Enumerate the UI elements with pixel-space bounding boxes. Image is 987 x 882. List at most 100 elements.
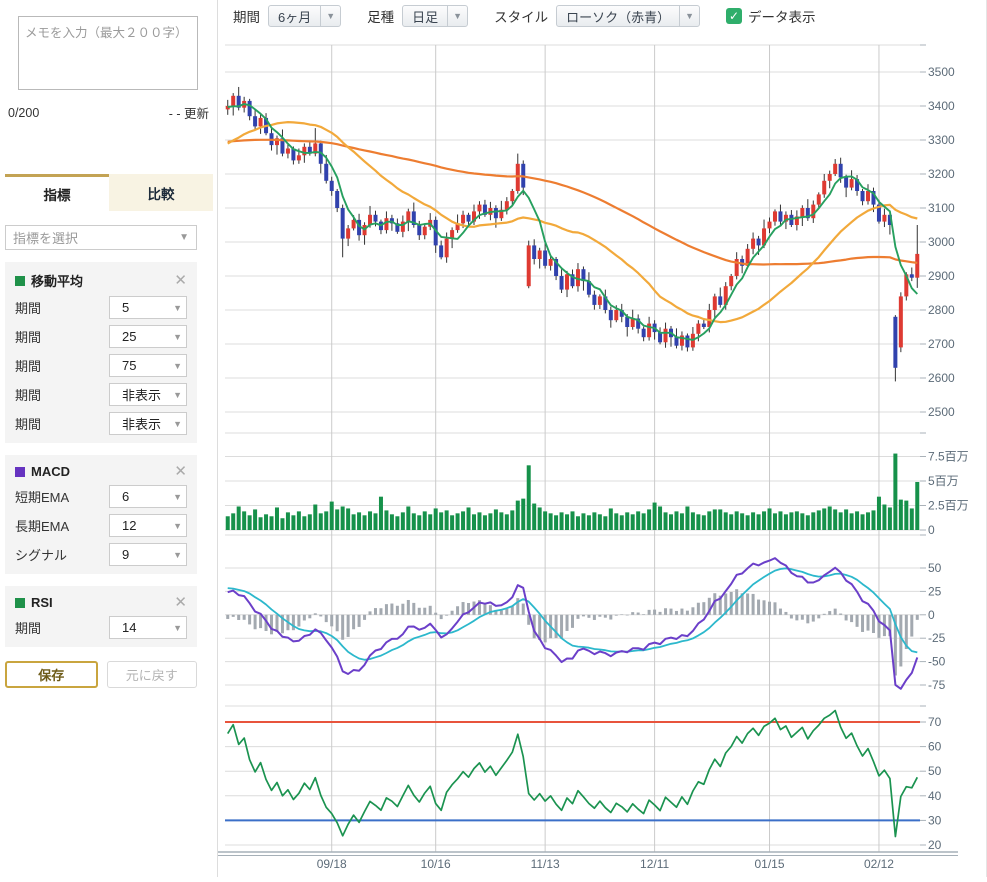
indicator-section-title: 移動平均 xyxy=(31,271,83,290)
svg-text:-50: -50 xyxy=(928,655,946,669)
svg-text:2900: 2900 xyxy=(928,269,955,283)
macd-histogram xyxy=(226,589,919,675)
param-label: 期間 xyxy=(15,618,41,637)
svg-text:-75: -75 xyxy=(928,678,946,692)
param-select[interactable]: 非表示▼ xyxy=(109,383,187,406)
close-icon[interactable]: ✕ xyxy=(174,595,187,610)
tab-indicators[interactable]: 指標 xyxy=(5,174,109,211)
param-label: 短期EMA xyxy=(15,487,69,506)
svg-text:3200: 3200 xyxy=(928,167,955,181)
svg-text:0: 0 xyxy=(928,523,935,537)
x-axis-label: 12/11 xyxy=(640,857,669,871)
param-select[interactable]: 12▼ xyxy=(109,514,187,537)
x-axis-label: 01/15 xyxy=(754,857,784,871)
reset-button[interactable]: 元に戻す xyxy=(107,661,198,688)
chevron-down-icon: ▼ xyxy=(173,419,182,429)
svg-text:60: 60 xyxy=(928,740,942,754)
stock-chart-app: 0/200 - - 更新 指標 比較 指標を選択 ▼ 移動平均 ✕ 期間 5▼ … xyxy=(0,0,987,877)
indicator-section-0: 移動平均 ✕ 期間 5▼ 期間 25▼ 期間 75▼ 期間 非表示▼ 期間 xyxy=(5,262,197,443)
param-select[interactable]: 6▼ xyxy=(109,485,187,508)
svg-text:3500: 3500 xyxy=(928,65,955,79)
chevron-down-icon: ▼ xyxy=(173,361,182,371)
indicator-section-1: MACD ✕ 短期EMA 6▼ 長期EMA 12▼ シグナル 9▼ xyxy=(5,455,197,574)
svg-text:2600: 2600 xyxy=(928,371,955,385)
indicator-section-title: MACD xyxy=(31,464,70,479)
indicator-select-placeholder: 指標を選択 xyxy=(13,228,78,247)
chart-toolbar: 期間 6ヶ月 ▼ 足種 日足 ▼ スタイル ローソク（赤青） ▼ ✓ データ表示 xyxy=(218,0,986,32)
bartype-label: 足種 xyxy=(367,6,394,26)
param-select[interactable]: 非表示▼ xyxy=(109,412,187,435)
svg-text:3300: 3300 xyxy=(928,133,955,147)
svg-text:0: 0 xyxy=(928,608,935,622)
x-axis-label: 10/16 xyxy=(421,857,451,871)
style-dropdown[interactable]: ローソク（赤青） ▼ xyxy=(556,5,700,27)
data-display-checkbox[interactable]: ✓ xyxy=(726,8,742,24)
bartype-dropdown[interactable]: 日足 ▼ xyxy=(402,5,468,27)
svg-text:20: 20 xyxy=(928,838,942,852)
tab-compare[interactable]: 比較 xyxy=(109,174,213,211)
price-chart-svg[interactable]: 3500340033003200310030002900280027002600… xyxy=(218,32,987,877)
close-icon[interactable]: ✕ xyxy=(174,273,187,288)
svg-text:-25: -25 xyxy=(928,631,946,645)
data-display-label: データ表示 xyxy=(748,6,816,26)
ma5-line xyxy=(228,104,918,340)
chevron-down-icon: ▼ xyxy=(679,6,699,26)
svg-text:25: 25 xyxy=(928,584,942,598)
memo-char-count: 0/200 xyxy=(8,106,39,120)
volume-bars xyxy=(226,454,920,530)
period-dropdown[interactable]: 6ヶ月 ▼ xyxy=(268,5,341,27)
indicator-sections: 移動平均 ✕ 期間 5▼ 期間 25▼ 期間 75▼ 期間 非表示▼ 期間 xyxy=(0,262,217,647)
indicator-select[interactable]: 指標を選択 ▼ xyxy=(5,225,197,250)
param-label: 期間 xyxy=(15,298,41,317)
chevron-down-icon: ▼ xyxy=(447,6,467,26)
param-label: 長期EMA xyxy=(15,516,69,535)
svg-text:2500: 2500 xyxy=(928,405,955,419)
chevron-down-icon: ▼ xyxy=(173,390,182,400)
svg-text:3100: 3100 xyxy=(928,201,955,215)
param-label: 期間 xyxy=(15,327,41,346)
param-label: 期間 xyxy=(15,385,41,404)
param-label: シグナル xyxy=(15,545,67,564)
param-select[interactable]: 5▼ xyxy=(109,296,187,319)
x-axis-label: 09/18 xyxy=(317,857,347,871)
svg-text:40: 40 xyxy=(928,789,942,803)
indicator-color-swatch xyxy=(15,276,25,286)
style-label: スタイル xyxy=(494,6,548,26)
chart-area: 期間 6ヶ月 ▼ 足種 日足 ▼ スタイル ローソク（赤青） ▼ ✓ データ表示… xyxy=(218,0,987,877)
param-label: 期間 xyxy=(15,356,41,375)
svg-text:50: 50 xyxy=(928,764,942,778)
chevron-down-icon: ▼ xyxy=(173,332,182,342)
indicator-section-title: RSI xyxy=(31,595,53,610)
svg-text:50: 50 xyxy=(928,561,942,575)
svg-text:30: 30 xyxy=(928,813,942,827)
sidebar: 0/200 - - 更新 指標 比較 指標を選択 ▼ 移動平均 ✕ 期間 5▼ … xyxy=(0,0,218,877)
close-icon[interactable]: ✕ xyxy=(174,464,187,479)
sidebar-tabs: 指標 比較 xyxy=(5,174,213,211)
param-select[interactable]: 9▼ xyxy=(109,543,187,566)
svg-text:2.5百万: 2.5百万 xyxy=(928,499,969,513)
svg-text:3400: 3400 xyxy=(928,99,955,113)
memo-update-link[interactable]: - - 更新 xyxy=(169,103,209,122)
svg-text:5百万: 5百万 xyxy=(928,474,959,488)
x-axis-label: 11/13 xyxy=(531,857,560,871)
param-select[interactable]: 25▼ xyxy=(109,325,187,348)
ma25-line xyxy=(228,122,918,322)
rsi-line xyxy=(228,711,918,837)
param-label: 期間 xyxy=(15,414,41,433)
x-axis-label: 02/12 xyxy=(864,857,894,871)
svg-text:7.5百万: 7.5百万 xyxy=(928,450,969,464)
svg-text:2700: 2700 xyxy=(928,337,955,351)
param-select[interactable]: 75▼ xyxy=(109,354,187,377)
chevron-down-icon: ▼ xyxy=(179,232,189,243)
period-label: 期間 xyxy=(233,6,260,26)
indicator-color-swatch xyxy=(15,467,25,477)
svg-text:3000: 3000 xyxy=(928,235,955,249)
param-select[interactable]: 14▼ xyxy=(109,616,187,639)
chevron-down-icon: ▼ xyxy=(320,6,340,26)
chevron-down-icon: ▼ xyxy=(173,303,182,313)
indicator-color-swatch xyxy=(15,598,25,608)
memo-input[interactable] xyxy=(18,16,198,90)
indicator-section-2: RSI ✕ 期間 14▼ xyxy=(5,586,197,647)
save-button[interactable]: 保存 xyxy=(5,661,98,688)
ma75-line xyxy=(228,140,918,265)
